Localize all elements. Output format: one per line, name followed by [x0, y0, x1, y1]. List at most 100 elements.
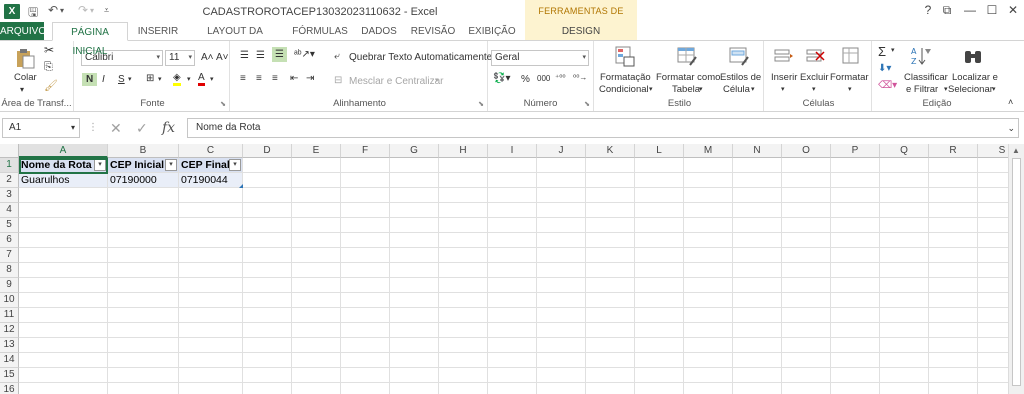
cell[interactable]: [108, 188, 179, 203]
merge-icon[interactable]: ⊟: [334, 75, 342, 86]
cell[interactable]: [243, 278, 292, 293]
cell[interactable]: [831, 383, 880, 394]
tab-review[interactable]: REVISÃO: [408, 22, 458, 41]
cell[interactable]: [684, 323, 733, 338]
cell[interactable]: [292, 353, 341, 368]
cell[interactable]: [880, 248, 929, 263]
cell[interactable]: [635, 353, 684, 368]
confirm-entry-icon[interactable]: ✓: [136, 120, 148, 137]
chevron-down-icon[interactable]: ▾: [751, 84, 755, 96]
cell[interactable]: [488, 323, 537, 338]
cell[interactable]: [292, 248, 341, 263]
cell[interactable]: [929, 218, 978, 233]
cell[interactable]: [439, 338, 488, 353]
cell[interactable]: [782, 173, 831, 188]
cell[interactable]: [390, 293, 439, 308]
borders-dropdown-icon[interactable]: ▾: [158, 75, 162, 83]
cell[interactable]: [390, 203, 439, 218]
cell[interactable]: [880, 158, 929, 173]
cell[interactable]: [341, 323, 390, 338]
cell[interactable]: [586, 323, 635, 338]
number-format-select[interactable]: Geral ▾: [491, 50, 589, 66]
cell[interactable]: [439, 263, 488, 278]
cell[interactable]: [488, 368, 537, 383]
cell[interactable]: [635, 173, 684, 188]
cell[interactable]: [537, 278, 586, 293]
column-header[interactable]: B: [108, 144, 179, 158]
cell[interactable]: [684, 173, 733, 188]
cell[interactable]: [831, 308, 880, 323]
cell[interactable]: [782, 188, 831, 203]
cell[interactable]: [292, 338, 341, 353]
table-header-cell[interactable]: CEP Inicial ▾: [108, 158, 179, 173]
expand-formula-bar-icon[interactable]: ⌄: [1007, 119, 1015, 137]
underline-button[interactable]: S: [118, 74, 125, 85]
cell-styles-icon[interactable]: [728, 45, 750, 67]
column-header[interactable]: F: [341, 144, 390, 158]
cancel-entry-icon[interactable]: ✕: [110, 120, 122, 137]
cell[interactable]: [978, 158, 1008, 173]
grow-font-icon[interactable]: A˄: [201, 52, 214, 63]
cell[interactable]: [108, 353, 179, 368]
cell[interactable]: [978, 293, 1008, 308]
cell[interactable]: [586, 383, 635, 394]
find-select-label-2[interactable]: Selecionar: [948, 84, 993, 96]
row-header[interactable]: 9: [0, 278, 19, 293]
cell[interactable]: [586, 203, 635, 218]
cell[interactable]: [179, 368, 243, 383]
cell[interactable]: [782, 353, 831, 368]
cell[interactable]: [537, 218, 586, 233]
cell[interactable]: [243, 173, 292, 188]
cell[interactable]: [831, 323, 880, 338]
cell[interactable]: [19, 263, 108, 278]
sort-filter-label-1[interactable]: Classificar: [904, 72, 948, 84]
align-left-icon[interactable]: ≡: [240, 73, 246, 84]
cell[interactable]: [782, 263, 831, 278]
merge-dropdown-icon[interactable]: ▾: [435, 76, 439, 84]
column-header[interactable]: L: [635, 144, 684, 158]
cell[interactable]: [390, 173, 439, 188]
cell[interactable]: [880, 203, 929, 218]
borders-icon[interactable]: ⊞: [146, 73, 154, 84]
cell[interactable]: [292, 158, 341, 173]
tab-formulas[interactable]: FÓRMULAS: [290, 22, 350, 41]
column-header[interactable]: M: [684, 144, 733, 158]
chevron-down-icon[interactable]: ▾: [944, 84, 948, 96]
cell[interactable]: [635, 368, 684, 383]
cell[interactable]: [586, 263, 635, 278]
paste-dropdown-icon[interactable]: ▾: [20, 84, 24, 96]
font-color-dropdown-icon[interactable]: ▾: [210, 75, 214, 83]
column-header[interactable]: C: [179, 144, 243, 158]
cell[interactable]: [243, 293, 292, 308]
cell[interactable]: [733, 383, 782, 394]
cell[interactable]: [390, 248, 439, 263]
row-header[interactable]: 1: [0, 158, 19, 173]
cell[interactable]: [341, 308, 390, 323]
cell[interactable]: [635, 338, 684, 353]
cell[interactable]: [108, 323, 179, 338]
cell[interactable]: [782, 323, 831, 338]
cell[interactable]: [292, 218, 341, 233]
cell[interactable]: [19, 368, 108, 383]
bold-button[interactable]: N: [82, 73, 98, 86]
cell[interactable]: [537, 368, 586, 383]
cell[interactable]: [929, 263, 978, 278]
wrap-text-button[interactable]: Quebrar Texto Automaticamente: [349, 52, 492, 63]
sort-filter-label-2[interactable]: e Filtrar: [906, 84, 938, 96]
cell[interactable]: [782, 293, 831, 308]
cell[interactable]: [733, 158, 782, 173]
close-icon[interactable]: ✕: [1003, 3, 1023, 17]
column-header[interactable]: G: [390, 144, 439, 158]
cell[interactable]: [831, 368, 880, 383]
cell[interactable]: [880, 383, 929, 394]
row-header[interactable]: 15: [0, 368, 19, 383]
orientation-icon[interactable]: ᵃᵇ↗▾: [294, 49, 315, 60]
cell[interactable]: [292, 293, 341, 308]
cell[interactable]: [292, 368, 341, 383]
percent-button[interactable]: %: [521, 74, 530, 85]
cell[interactable]: [929, 338, 978, 353]
insert-cells-button[interactable]: Inserir: [771, 72, 797, 84]
cell[interactable]: [488, 353, 537, 368]
cell[interactable]: [929, 308, 978, 323]
cell[interactable]: [978, 368, 1008, 383]
